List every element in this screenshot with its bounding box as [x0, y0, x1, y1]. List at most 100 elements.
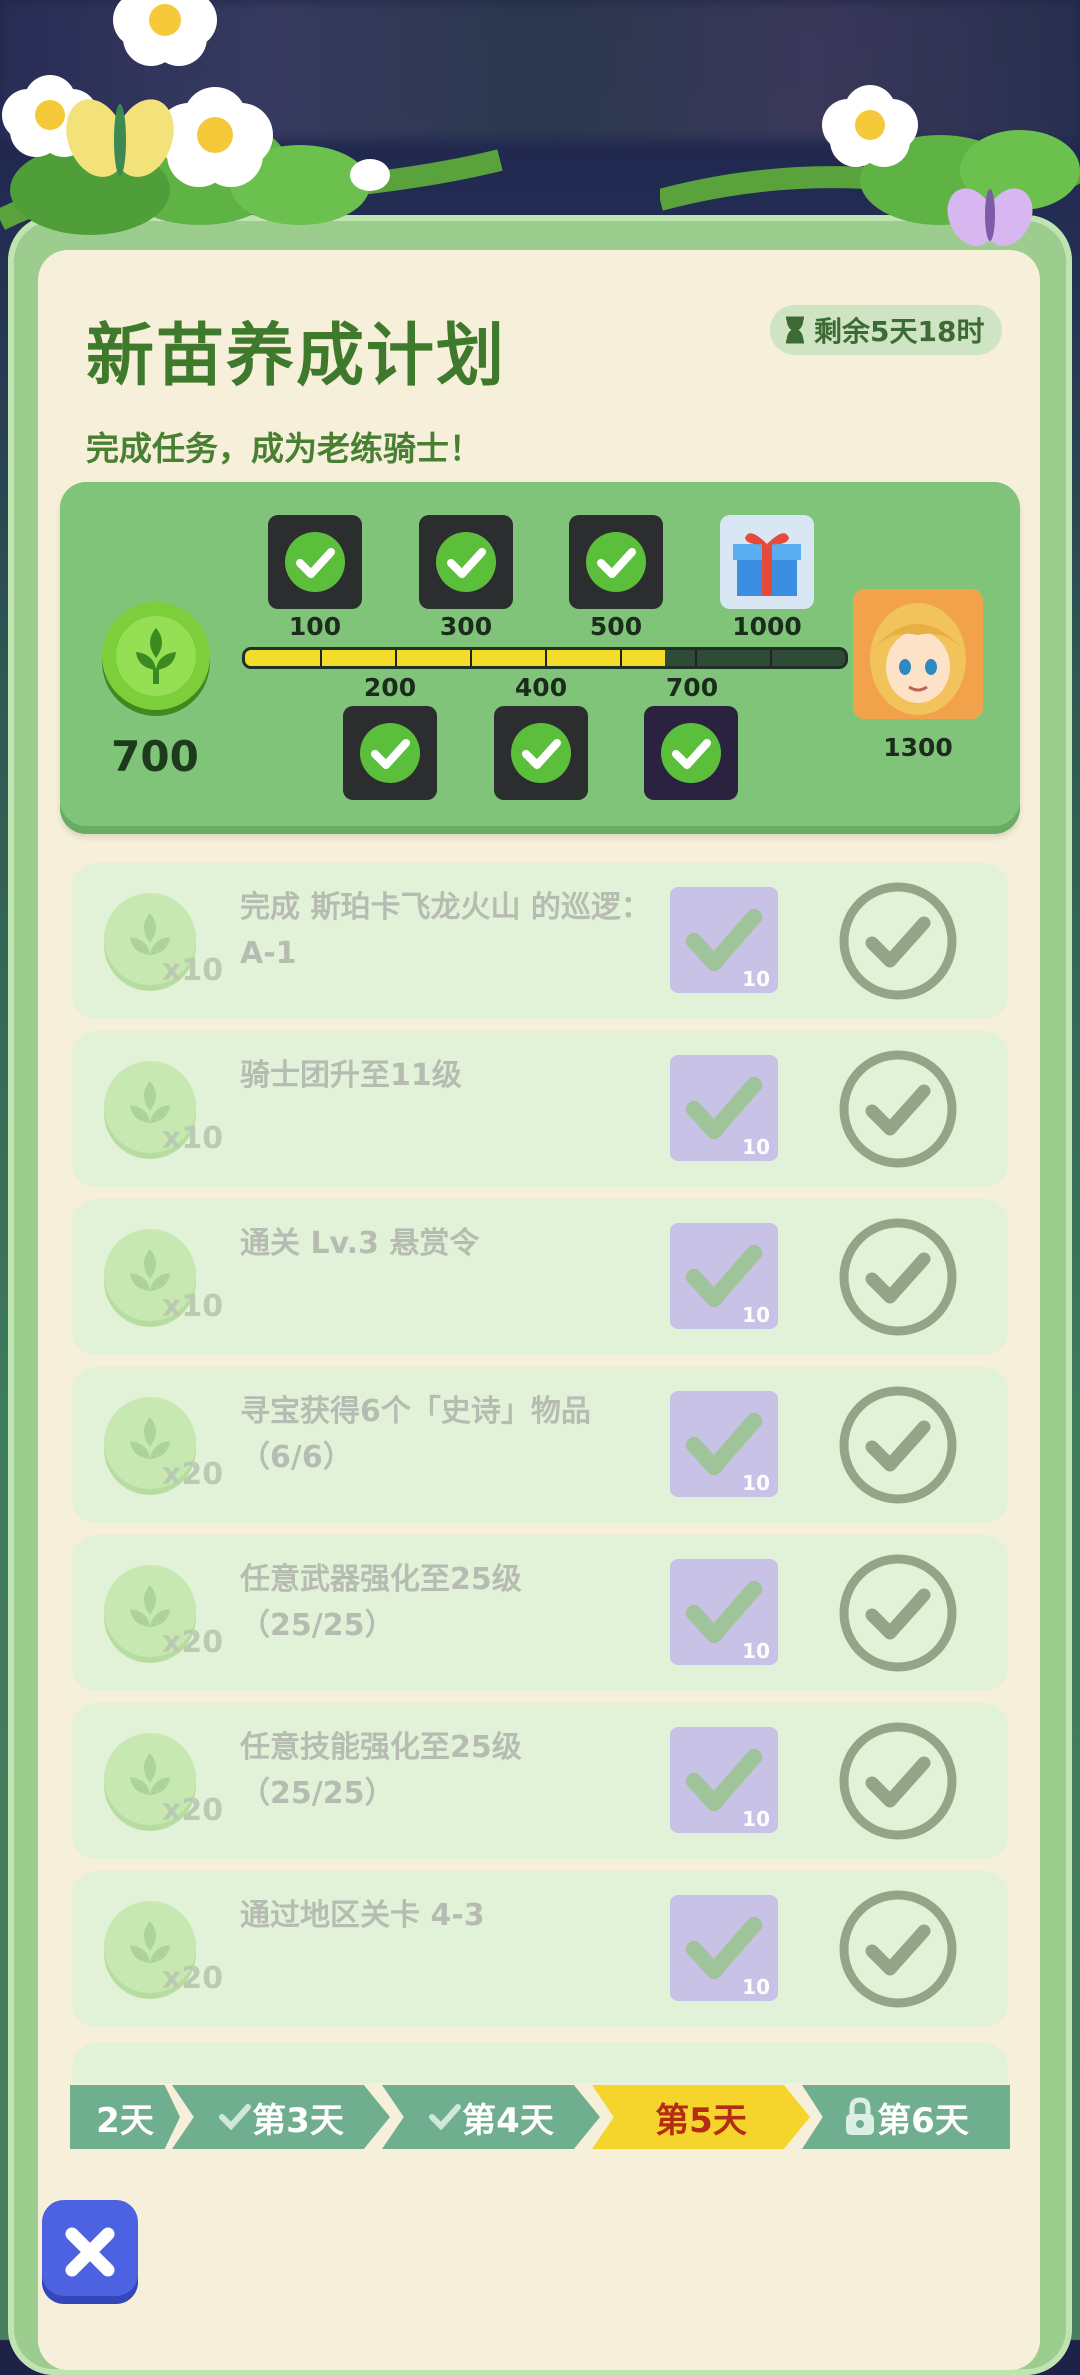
task-reward-qty: x20: [162, 1625, 224, 1660]
progress-fill: [245, 650, 665, 666]
task-reward-qty: x20: [162, 1457, 224, 1492]
task-reward-qty: x10: [162, 1121, 224, 1156]
task-row: x10 完成 斯珀卡飞龙火山 的巡逻：A-1 10: [72, 863, 1008, 1019]
hourglass-icon: [786, 316, 804, 344]
task-reward-qty: x10: [162, 953, 224, 988]
task-reward-qty: x20: [162, 1961, 224, 1996]
task-description: 通关 Lv.3 悬赏令: [240, 1226, 480, 1261]
lock-icon: [846, 2097, 875, 2135]
milestone-reward-1000[interactable]: [720, 515, 814, 609]
day-tab-5[interactable]: 第5天: [592, 2085, 810, 2149]
task-row: x20 寻宝获得6个「史诗」物品（6/6） 10: [72, 1367, 1008, 1523]
milestone-label: 200: [363, 673, 417, 702]
milestone-label: 700: [665, 673, 719, 702]
final-reward-knight-portrait[interactable]: [853, 589, 983, 719]
milestone-label: 400: [514, 673, 568, 702]
task-row: x20 任意技能强化至25级（25/25） 10: [72, 1703, 1008, 1859]
milestone-reward-100[interactable]: [268, 515, 362, 609]
day-tab-label: 2天: [96, 2100, 154, 2141]
task-row: x20 通过地区关卡 4-3 10: [72, 1871, 1008, 2027]
milestone-reward-700[interactable]: [644, 706, 738, 800]
track-tick: [320, 650, 322, 666]
check-icon: [360, 723, 420, 783]
milestone-reward-300[interactable]: [419, 515, 513, 609]
task-complete-check-icon: [838, 1217, 958, 1337]
day-tab-2[interactable]: 2天: [70, 2085, 180, 2149]
check-icon: [661, 723, 721, 783]
progress-track: [242, 647, 848, 669]
check-icon: [511, 723, 571, 783]
task-complete-check-icon: [838, 1721, 958, 1841]
task-description: 任意武器强化至25级（25/25）: [240, 1562, 522, 1643]
task-reward-item: 10: [670, 1727, 778, 1833]
milestone-label: 300: [439, 612, 493, 641]
points-count: 700: [111, 732, 199, 781]
check-icon: [586, 532, 646, 592]
task-reward-count: 10: [742, 1807, 770, 1831]
check-icon: [436, 532, 496, 592]
task-reward-item: 10: [670, 1223, 778, 1329]
close-button[interactable]: [42, 2200, 138, 2304]
remaining-time-text: 剩余5天18时: [814, 315, 985, 348]
task-reward-count: 10: [742, 1135, 770, 1159]
task-row-partial: [72, 2043, 1008, 2083]
check-icon: [429, 2104, 462, 2131]
day-tab-label: 第4天: [462, 2100, 554, 2141]
task-reward-item: 10: [670, 1055, 778, 1161]
task-reward-item: 10: [670, 1391, 778, 1497]
task-reward-item: 10: [670, 1895, 778, 2001]
task-reward-qty: x10: [162, 1289, 224, 1324]
task-reward-count: 10: [742, 1471, 770, 1495]
milestone-reward-200[interactable]: [343, 706, 437, 800]
milestone-reward-500[interactable]: [569, 515, 663, 609]
day-tab-4[interactable]: 第4天: [382, 2085, 600, 2149]
track-tick: [620, 650, 622, 666]
task-description: 任意技能强化至25级（25/25）: [240, 1730, 522, 1811]
task-reward-count: 10: [742, 1303, 770, 1327]
track-tick: [695, 650, 697, 666]
task-description: 寻宝获得6个「史诗」物品（6/6）: [240, 1394, 591, 1475]
task-reward-item: 10: [670, 887, 778, 993]
check-icon: [285, 532, 345, 592]
event-title: 新苗养成计划: [86, 317, 507, 396]
milestone-reward-400[interactable]: [494, 706, 588, 800]
final-reward-label: 1300: [883, 733, 953, 762]
knight-avatar-icon: [853, 589, 983, 719]
leaf-coin-icon: [102, 602, 210, 716]
task-description: 骑士团升至11级: [240, 1058, 462, 1093]
task-complete-check-icon: [838, 1049, 958, 1169]
flower-decoration-left: [0, 0, 503, 235]
task-reward-count: 10: [742, 967, 770, 991]
track-tick: [770, 650, 772, 666]
remaining-time-badge: 剩余5天18时: [770, 305, 1003, 355]
milestone-label: 500: [589, 612, 643, 641]
day-tab-label: 第3天: [252, 2100, 344, 2141]
task-row: x10 通关 Lv.3 悬赏令 10: [72, 1199, 1008, 1355]
task-complete-check-icon: [838, 1385, 958, 1505]
task-complete-check-icon: [838, 1889, 958, 2009]
track-tick: [395, 650, 397, 666]
task-complete-check-icon: [838, 1553, 958, 1673]
task-description: 通过地区关卡 4-3: [240, 1898, 485, 1933]
task-description: 完成 斯珀卡飞龙火山 的巡逻：A-1: [240, 890, 651, 971]
day-tab-3[interactable]: 第3天: [172, 2085, 390, 2149]
task-row: x20 任意武器强化至25级（25/25） 10: [72, 1535, 1008, 1691]
milestone-label: 100: [288, 612, 342, 641]
task-reward-qty: x20: [162, 1793, 224, 1828]
check-icon: [219, 2104, 252, 2131]
task-reward-item: 10: [670, 1559, 778, 1665]
event-subtitle: 完成任务，成为老练骑士！: [86, 429, 482, 468]
day-tab-label: 第5天: [655, 2100, 747, 2141]
milestone-label: 1000: [732, 612, 802, 641]
task-reward-count: 10: [742, 1975, 770, 1999]
close-icon: [65, 2227, 115, 2277]
flower-decoration-right: [660, 85, 1080, 246]
track-tick: [545, 650, 547, 666]
task-reward-count: 10: [742, 1639, 770, 1663]
day-tab-6[interactable]: 第6天: [802, 2085, 1010, 2149]
task-row: x10 骑士团升至11级 10: [72, 1031, 1008, 1187]
task-complete-check-icon: [838, 881, 958, 1001]
gift-icon: [733, 533, 801, 596]
track-tick: [470, 650, 472, 666]
day-tab-label: 第6天: [877, 2100, 969, 2141]
